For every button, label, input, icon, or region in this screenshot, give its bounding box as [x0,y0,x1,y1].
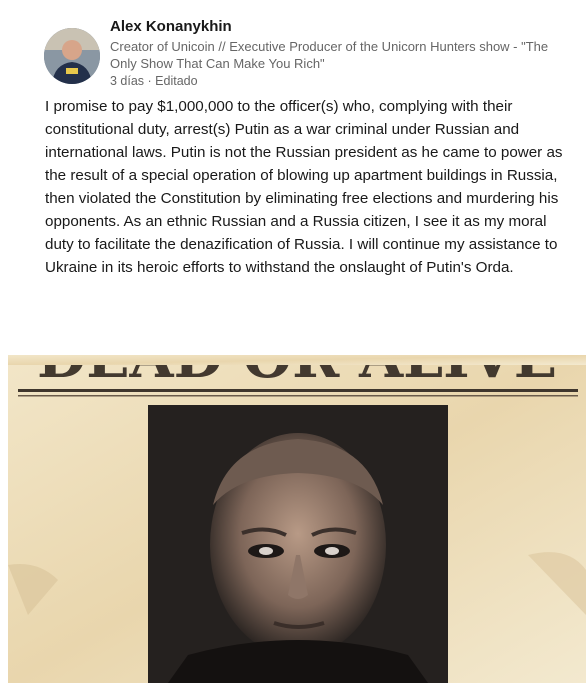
author-avatar[interactable] [44,28,100,84]
author-name[interactable]: Alex Konanykhin [110,17,570,37]
author-headline: Creator of Unicoin // Executive Producer… [110,39,549,71]
post-header: Alex Konanykhin Creator of Unicoin // Ex… [44,16,574,96]
post-meta: 3 días · Editado [110,74,198,88]
wanted-poster-image: DEAD OR ALIVE [8,355,586,683]
post-image[interactable]: DEAD OR ALIVE [8,355,586,683]
avatar-image [44,28,100,84]
author-info: Alex Konanykhin Creator of Unicoin // Ex… [110,16,570,89]
post-text: I promise to pay $1,000,000 to the offic… [45,98,563,276]
